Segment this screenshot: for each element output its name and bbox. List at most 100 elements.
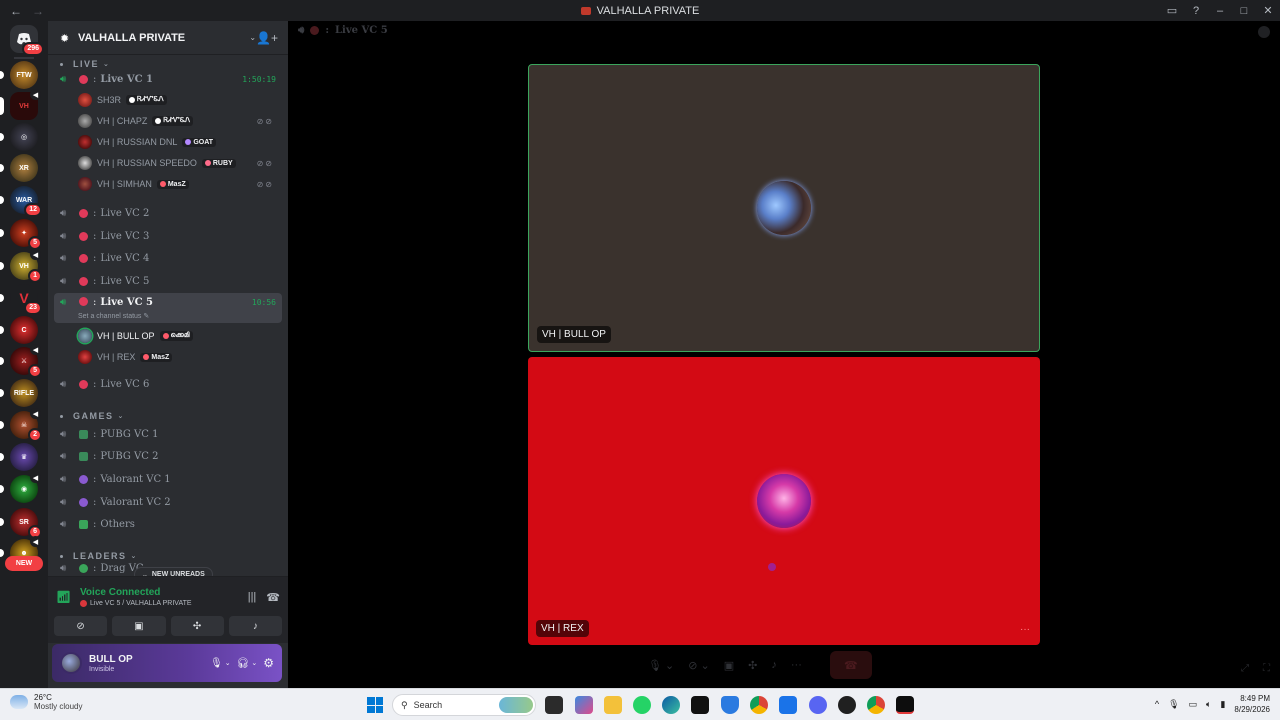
discord-taskbar-icon[interactable]	[809, 696, 827, 714]
category-live[interactable]: LIVE ⌄	[60, 59, 110, 69]
defender-icon[interactable]	[721, 696, 739, 714]
close-icon[interactable]: ✕	[1256, 4, 1280, 17]
member-russian-speedo[interactable]: VH | RUSSIAN SPEEDO RUBY ⊘⊘	[78, 154, 278, 172]
channel-live-vc5[interactable]: 🔊︎: Live VC 5	[54, 271, 282, 291]
camera-off-icon[interactable]: ⊘ ⌄	[688, 659, 710, 672]
server-icon-3[interactable]: ◎	[0, 123, 38, 151]
taskbar-search[interactable]: ⚲ Search	[392, 694, 536, 716]
invite-people-icon[interactable]: 👤+	[256, 31, 278, 45]
whatsapp-icon[interactable]	[633, 696, 651, 714]
voice-connected-label[interactable]: Voice Connected	[80, 587, 238, 598]
video-tile-bull-op[interactable]: VH | BULL OP	[528, 64, 1040, 352]
help-icon[interactable]: ?	[1184, 5, 1208, 17]
microphone-icon[interactable]: 🎙︎ ⌄	[648, 659, 674, 672]
edge-icon[interactable]	[662, 696, 680, 714]
minimize-icon[interactable]: –	[1208, 5, 1232, 17]
new-unreads-badge[interactable]: NEW	[5, 556, 43, 571]
member-rex[interactable]: VH | REX MasZ	[78, 348, 278, 366]
user-avatar[interactable]	[60, 652, 82, 674]
server-icon-5[interactable]: WAR 12	[0, 186, 42, 217]
server-icon-9[interactable]: C	[0, 316, 38, 344]
voice-channel-link[interactable]: Live VC 5 / VALHALLA PRIVATE	[90, 600, 192, 607]
member-russian-dnl[interactable]: VH | RUSSIAN DNL GOAT	[78, 133, 278, 151]
server-icon-11[interactable]: RIFLE	[0, 379, 38, 407]
chrome-icon[interactable]	[750, 696, 768, 714]
server-icon-7[interactable]: VH ◀ 1	[0, 249, 42, 283]
member-simhan[interactable]: VH | SIMHAN MasZ ⊘⊘	[78, 175, 278, 193]
screen-share-icon[interactable]: ▣	[724, 659, 734, 672]
category-games[interactable]: GAMES ⌄	[60, 411, 125, 421]
active-app-icon[interactable]	[896, 696, 914, 714]
forward-arrow-icon[interactable]: →	[32, 4, 44, 18]
file-explorer-icon[interactable]	[604, 696, 622, 714]
server-icon-8[interactable]: V 23	[0, 284, 42, 315]
server-icon-12[interactable]: ☠ ◀ 2	[0, 408, 42, 442]
activities-icon[interactable]: ✣	[748, 659, 757, 672]
member-chapz[interactable]: VH | CHAPZ ᏒᏗᏉᏋᏁ ⊘⊘	[78, 112, 278, 130]
category-leaders[interactable]: LEADERS ⌄	[60, 551, 138, 561]
server-icon-15[interactable]: SR 6	[0, 508, 42, 539]
battery-icon[interactable]: ▮	[1220, 699, 1225, 710]
inbox-icon[interactable]: ▭	[1160, 4, 1184, 17]
member-sh3r[interactable]: SH3R ᏒᏗᏉᏋᏁ	[78, 91, 278, 109]
server-icon-valhalla[interactable]: VH ◀	[0, 89, 41, 120]
microphone-icon[interactable]: 🎙︎	[210, 658, 223, 669]
weather-widget[interactable]: 26°C Mostly cloudy	[10, 693, 82, 711]
channel-live-vc5-connected[interactable]: 🔊︎: Live VC 5 10:56 Set a channel status…	[54, 293, 282, 323]
channel-valorant-vc2[interactable]: 🔊︎: Valorant VC 2	[54, 492, 282, 512]
windows-start-icon[interactable]	[367, 697, 383, 713]
chevron-up-icon[interactable]: ^	[1155, 699, 1159, 709]
store-icon[interactable]	[779, 696, 797, 714]
channel-live-vc4[interactable]: 🔊︎: Live VC 4	[54, 248, 282, 268]
headphones-icon[interactable]: 🎧︎	[237, 658, 250, 669]
channel-pubg-vc2[interactable]: 🔊︎: PUBG VC 2	[54, 446, 282, 466]
soundboard-button[interactable]: ♪	[228, 616, 282, 636]
settings-gear-icon[interactable]: ⚙	[263, 656, 274, 670]
channel-others[interactable]: 🔊︎: Others	[54, 514, 282, 534]
server-icon-13[interactable]: ♛	[0, 443, 38, 471]
chrome-profile-icon[interactable]	[867, 696, 885, 714]
capcut-icon[interactable]	[691, 696, 709, 714]
maximize-icon[interactable]: □	[1232, 5, 1256, 17]
app-icon[interactable]	[838, 696, 856, 714]
member-bull-op[interactable]: VH | BULL OP ക്കെമി	[78, 327, 278, 345]
network-icon[interactable]: ▭	[1189, 699, 1198, 710]
set-channel-status[interactable]: Set a channel status ✎	[78, 312, 149, 320]
fullscreen-icon[interactable]: ⛶	[1263, 663, 1270, 674]
volume-icon[interactable]: 🔈︎	[1206, 699, 1211, 710]
camera-off-button[interactable]: ⊘	[54, 616, 108, 636]
chevron-down-icon[interactable]: ⌄	[251, 659, 257, 667]
screen-share-button[interactable]: ▣	[112, 616, 166, 636]
clock[interactable]: 8:49 PM 8/29/2026	[1234, 693, 1270, 715]
channel-pubg-vc1[interactable]: 🔊︎: PUBG VC 1	[54, 424, 282, 444]
more-icon[interactable]: ···	[791, 659, 802, 671]
channel-live-vc1[interactable]: 🔊︎ : Live VC 1 1:50:19	[54, 69, 282, 89]
pop-out-icon[interactable]: ⤢	[1241, 663, 1249, 674]
signal-icon[interactable]: 📶︎	[56, 590, 80, 604]
soundboard-icon[interactable]: ♪	[771, 659, 777, 671]
server-icon-14[interactable]: ◉ ◀	[0, 472, 41, 503]
channel-live-vc3[interactable]: 🔊︎: Live VC 3	[54, 226, 282, 246]
server-icon-4[interactable]: XR	[0, 154, 38, 182]
channel-valorant-vc1[interactable]: 🔊︎: Valorant VC 1	[54, 469, 282, 489]
video-tile-rex[interactable]: VH | REX ···	[528, 357, 1040, 645]
channel-live-vc6[interactable]: 🔊︎: Live VC 6	[54, 374, 282, 394]
home-button[interactable]: 296	[10, 25, 44, 56]
disconnect-icon[interactable]: ☎	[266, 591, 280, 604]
back-arrow-icon[interactable]: ←	[10, 4, 22, 18]
copilot-icon[interactable]	[575, 696, 593, 714]
server-icon-10[interactable]: ⚔ ◀ 5	[0, 344, 42, 378]
activities-button[interactable]: ✣	[170, 616, 224, 636]
disconnect-button[interactable]: ☎	[829, 651, 872, 679]
more-options-icon[interactable]: ···	[1020, 624, 1030, 635]
chevron-down-icon[interactable]: ⌄	[225, 659, 231, 667]
noise-suppression-icon[interactable]: |||	[248, 591, 257, 603]
user-info[interactable]: BULL OP Invisible	[89, 654, 204, 673]
server-icon-ftw[interactable]: FTW	[0, 61, 38, 89]
task-view-icon[interactable]	[545, 696, 563, 714]
channel-live-vc2[interactable]: 🔊︎: Live VC 2	[54, 203, 282, 223]
server-header[interactable]: ✹ VALHALLA PRIVATE ⌄ 👤+	[48, 21, 288, 55]
server-icon-6[interactable]: ✦ 5	[0, 219, 42, 250]
chat-icon[interactable]	[1258, 26, 1270, 38]
microphone-tray-icon[interactable]: 🎙︎	[1168, 699, 1179, 710]
